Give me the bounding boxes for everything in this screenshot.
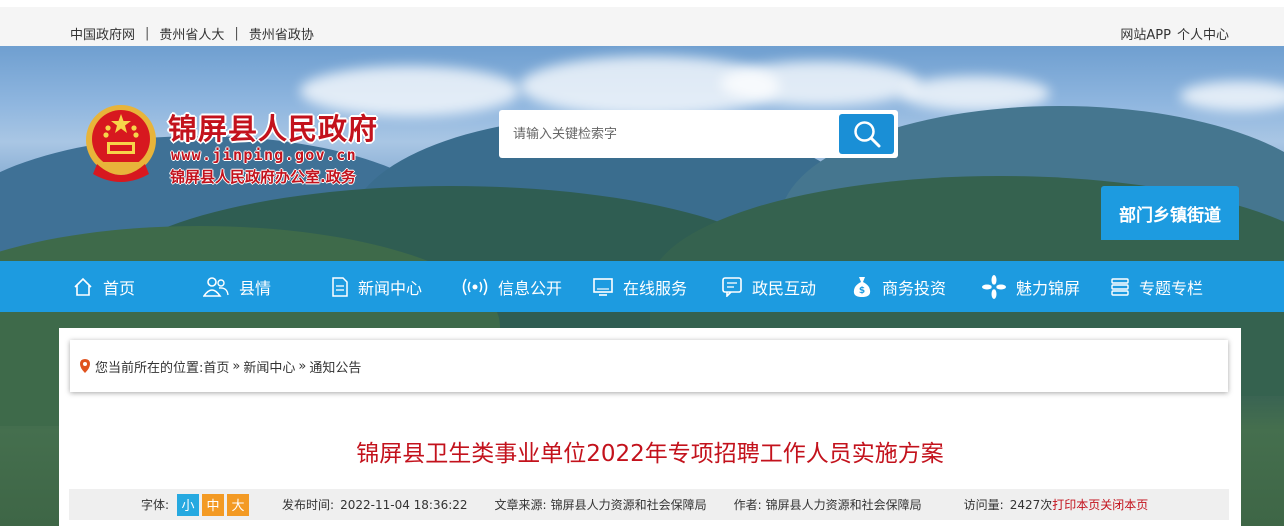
link-app[interactable]: 网站APP [1120, 24, 1171, 43]
people-icon [203, 276, 229, 297]
nav-home[interactable]: 首页 [73, 261, 135, 312]
print-page-link[interactable]: 打印本页 [1052, 496, 1100, 513]
source-label: 文章来源: [494, 498, 547, 512]
search-icon [853, 121, 880, 148]
link-gz-cppcc[interactable]: 贵州省政协 [249, 24, 314, 43]
cloud [1180, 81, 1284, 111]
site-name: 锦屏县人民政府 [168, 112, 379, 146]
nav-county-info[interactable]: 县情 [203, 261, 271, 312]
nav-special-topics[interactable]: 专题专栏 [1111, 261, 1203, 312]
breadcrumb: 您当前所在的位置: 首页 » 新闻中心 » 通知公告 [70, 340, 1228, 392]
top-bar: 中国政府网 | 贵州省人大 | 贵州省政协 网站APP 个人中心 [0, 0, 1284, 46]
breadcrumb-arrow: » [298, 358, 307, 374]
close-page-link[interactable]: 关闭本页 [1100, 496, 1148, 513]
publish-time: 2022-11-04 18:36:22 [340, 497, 468, 512]
top-links: 中国政府网 | 贵州省人大 | 贵州省政协 [70, 24, 314, 43]
font-size-label: 字体: [141, 498, 170, 512]
article-title: 锦屏县卫生类事业单位2022年专项招聘工作人员实施方案 [356, 441, 944, 467]
monitor-icon [593, 277, 613, 296]
publish-time-label: 发布时间: [282, 498, 335, 512]
font-size-large-button[interactable]: 大 [227, 493, 250, 516]
home-icon [74, 277, 92, 296]
separator: | [234, 26, 239, 41]
link-personal-center[interactable]: 个人中心 [1177, 24, 1229, 43]
document-icon [332, 276, 348, 297]
nav-label: 首页 [103, 278, 136, 298]
site-url: www.jinping.gov.cn [171, 146, 357, 164]
link-gz-npc[interactable]: 贵州省人大 [159, 24, 224, 43]
visits-label: 访问量: [963, 498, 1004, 512]
list-icon [1111, 277, 1129, 296]
svg-text:$: $ [859, 286, 865, 296]
breadcrumb-arrow: » [232, 358, 241, 374]
flower-icon [982, 274, 1006, 299]
search-box [499, 110, 898, 158]
site-subtitle: 锦屏县人民政府办公室.政务 [170, 168, 356, 186]
broadcast-icon [462, 278, 488, 295]
nav-news-center[interactable]: 新闻中心 [332, 261, 422, 312]
separator: | [145, 26, 150, 41]
search-input[interactable] [499, 110, 829, 158]
breadcrumb-home[interactable]: 首页 [203, 357, 229, 376]
chat-icon [722, 276, 742, 297]
nav-label: 专题专栏 [1139, 278, 1204, 298]
font-size-medium-button[interactable]: 中 [202, 493, 225, 516]
nav-label: 魅力锦屏 [1016, 278, 1081, 298]
breadcrumb-notice[interactable]: 通知公告 [309, 357, 361, 376]
breadcrumb-news-center[interactable]: 新闻中心 [243, 357, 295, 376]
link-gov-cn[interactable]: 中国政府网 [70, 24, 135, 43]
font-size-small-button[interactable]: 小 [177, 493, 200, 516]
nav-online-service[interactable]: 在线服务 [593, 261, 687, 312]
national-emblem-icon [83, 102, 159, 184]
breadcrumb-prefix: 您当前所在的位置: [95, 360, 204, 376]
nav-charming-jinping[interactable]: 魅力锦屏 [982, 261, 1080, 312]
nav-gov-citizen-interaction[interactable]: 政民互动 [722, 261, 816, 312]
location-pin-icon [80, 359, 90, 373]
nav-label: 商务投资 [882, 278, 947, 298]
visit-count: 2427次 [1009, 498, 1053, 512]
article-source: 锦屏县人力资源和社会保障局 [550, 498, 707, 512]
article-author: 锦屏县人力资源和社会保障局 [765, 498, 922, 512]
author-label: 作者: [733, 498, 762, 512]
nav-info-disclosure[interactable]: 信息公开 [462, 261, 562, 312]
money-bag-icon: $ [853, 276, 871, 297]
top-right-links: 网站APP 个人中心 [1120, 24, 1229, 43]
nav-business-investment[interactable]: $ 商务投资 [852, 261, 946, 312]
nav-label: 新闻中心 [358, 278, 423, 298]
nav-label: 在线服务 [623, 278, 688, 298]
search-button[interactable] [839, 114, 894, 154]
cloud [720, 61, 920, 106]
departments-towns-button[interactable]: 部门乡镇街道 [1101, 186, 1239, 240]
nav-label: 县情 [239, 278, 272, 298]
main-nav: 首页 县情 新闻中心 信息公开 在线服务 政民互动 $ 商务投资 魅力锦屏 专题… [0, 261, 1284, 312]
nav-label: 信息公开 [498, 278, 563, 298]
article-meta-bar: 字体: 小 中 大 发布时间: 2022-11-04 18:36:22 文章来源… [69, 489, 1229, 520]
nav-label: 政民互动 [752, 278, 817, 298]
